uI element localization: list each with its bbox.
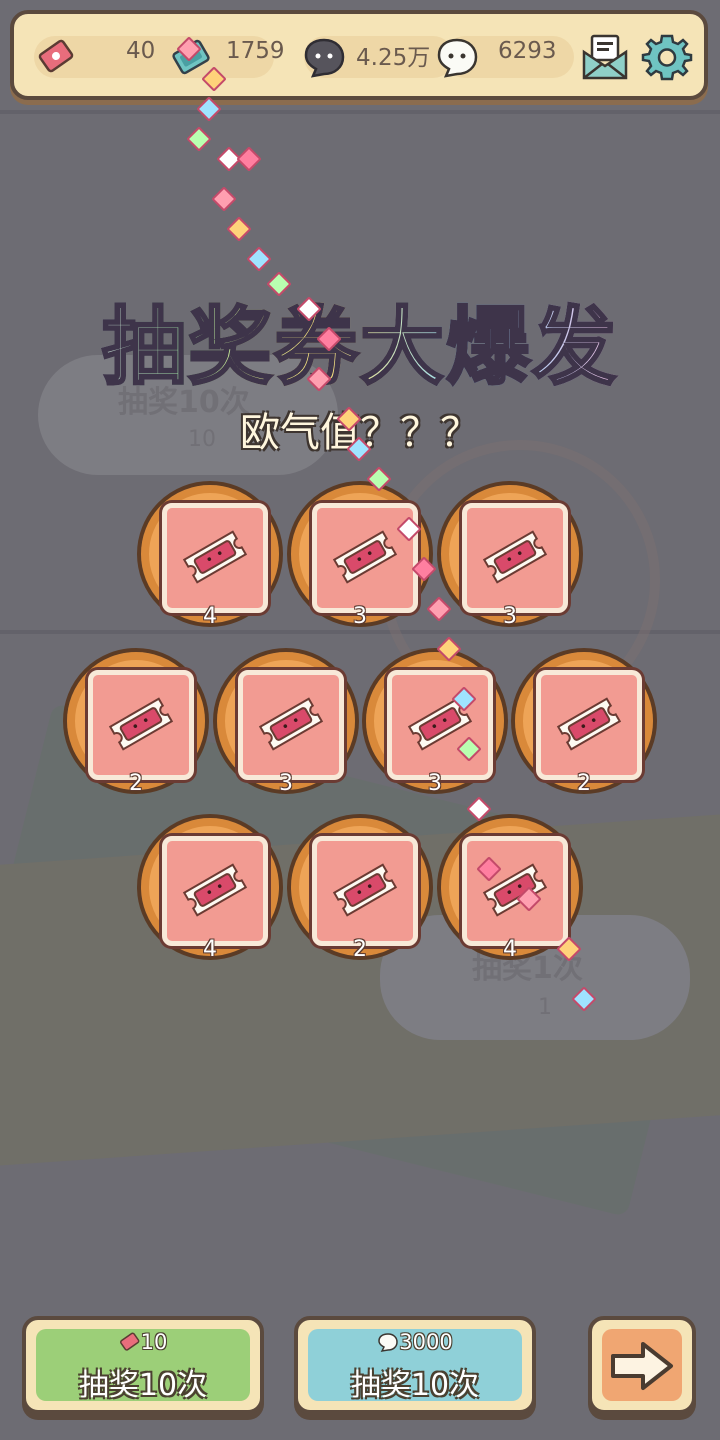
ticket-icon [332,863,398,917]
prize-slot[interactable]: 4 [137,481,283,629]
prize-count: 3 [279,771,293,796]
prize-count: 4 [203,604,217,629]
prize-card [238,670,344,780]
ticket-icon [32,32,80,80]
ticket-icon [182,530,248,584]
dark-bubble-icon [299,32,349,82]
game-scene: 抽奖10次 10 抽奖1次 1 40 1759 4.25万 6293 抽奖券大爆… [0,0,720,1440]
ticket-icon [108,697,174,751]
ticket-icon [119,1332,140,1351]
prize-count: 2 [577,771,591,796]
prize-card [462,836,568,946]
bubble-icon [378,1333,399,1352]
arrow-right-icon [606,1332,678,1400]
prize-count: 3 [428,771,442,796]
prize-slot[interactable]: 3 [437,481,583,629]
ticket-icon [482,530,548,584]
ticket-draw10-label: 抽奖10次 [78,1368,208,1403]
prize-slot[interactable]: 4 [137,814,283,962]
gem-ticket-count: 1759 [226,38,285,64]
ticket-draw10-button[interactable]: 10 抽奖10次 [22,1316,264,1414]
ticket-icon [332,530,398,584]
prize-slot[interactable]: 3 [213,648,359,796]
prize-slot[interactable]: 2 [63,648,209,796]
prize-slot[interactable]: 3 [362,648,508,796]
gear-icon[interactable] [638,28,696,86]
prize-card [162,836,268,946]
prize-count: 2 [129,771,143,796]
event-title: 抽奖券大爆发 [0,280,720,401]
light-bubble-count: 6293 [498,38,557,64]
prize-card [162,503,268,613]
ticket-draw10-cost-value: 10 [140,1330,168,1354]
prize-card [312,836,418,946]
prize-card [387,670,493,780]
prize-slot[interactable]: 2 [287,814,433,962]
prize-card [536,670,642,780]
next-button[interactable] [588,1316,696,1414]
prize-count: 4 [203,937,217,962]
bubble-draw10-cost-value: 3000 [399,1330,453,1354]
ticket-icon [556,697,622,751]
prize-count: 3 [353,604,367,629]
prize-slot[interactable]: 2 [511,648,657,796]
prize-slot[interactable]: 3 [287,481,433,629]
white-bubble-icon [432,32,482,82]
prize-card [462,503,568,613]
bubble-draw10-cost: 3000 [298,1330,532,1354]
bubble-draw10-button[interactable]: 3000 抽奖10次 [294,1316,536,1414]
prize-slot[interactable]: 4 [437,814,583,962]
prize-count: 3 [503,604,517,629]
bubble-draw10-label: 抽奖10次 [350,1368,480,1403]
ticket-draw10-cost: 10 [26,1330,260,1354]
dark-bubble-count: 4.25万 [356,45,431,71]
ticket-icon [182,863,248,917]
mail-icon[interactable] [576,28,634,86]
ticket-icon [258,697,324,751]
prize-count: 2 [353,937,367,962]
prize-card [312,503,418,613]
ticket-count: 40 [126,38,156,64]
prize-card [88,670,194,780]
resource-bar: 40 1759 4.25万 6293 [10,10,708,100]
